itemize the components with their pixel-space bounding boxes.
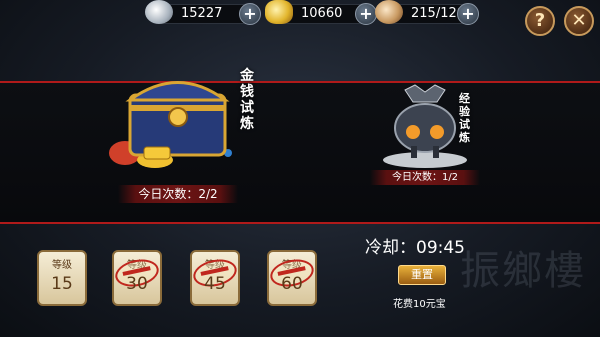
level-card-45[interactable]: 等级 45 [190, 250, 240, 306]
help-button[interactable]: ? [525, 6, 555, 36]
silver-value: 15227 [181, 6, 223, 21]
reset-button[interactable]: 重置 [398, 265, 446, 285]
level-card-60[interactable]: 等级 60 [267, 250, 317, 306]
add-silver-button[interactable]: + [239, 3, 261, 25]
level-label: 等级 [52, 260, 72, 271]
exp-trial-count: 今日次数：1/2 [370, 170, 480, 185]
exp-trial-title: 经验试炼 [459, 92, 470, 144]
background-calligraphy: 振鄉樓 [460, 248, 586, 294]
band-top-border [0, 81, 600, 83]
treasure-chest-icon [109, 81, 232, 168]
money-trial-count: 今日次数：2/2 [118, 185, 238, 203]
level-value: 45 [204, 274, 226, 294]
level-value: 15 [51, 274, 73, 294]
cooldown-timer: 冷却：09:45 [365, 238, 465, 258]
level-card-30[interactable]: 等级 30 [112, 250, 162, 306]
money-trial-card[interactable]: 今日次数：2/2 [100, 65, 260, 205]
level-card-15[interactable]: 等级 15 [37, 250, 87, 306]
add-gold-button[interactable]: + [355, 3, 377, 25]
gold-counter: 10660 + [265, 0, 377, 25]
level-value: 30 [126, 274, 148, 294]
money-trial-title: 金钱试炼 [240, 68, 254, 132]
gold-value: 10660 [301, 6, 343, 21]
band-bottom-border [0, 222, 600, 224]
stamina-counter: 215/120 + [375, 0, 479, 25]
trial-band [0, 82, 600, 224]
gold-ingot-icon [265, 0, 293, 24]
close-button[interactable]: ✕ [564, 6, 594, 36]
level-value: 60 [281, 274, 303, 294]
stamina-scroll-icon [375, 0, 403, 24]
add-stamina-button[interactable]: + [457, 3, 479, 25]
silver-coin-icon [145, 0, 173, 24]
reset-cost: 花费10元宝 [393, 299, 446, 310]
silver-counter: 15227 + [145, 0, 261, 25]
